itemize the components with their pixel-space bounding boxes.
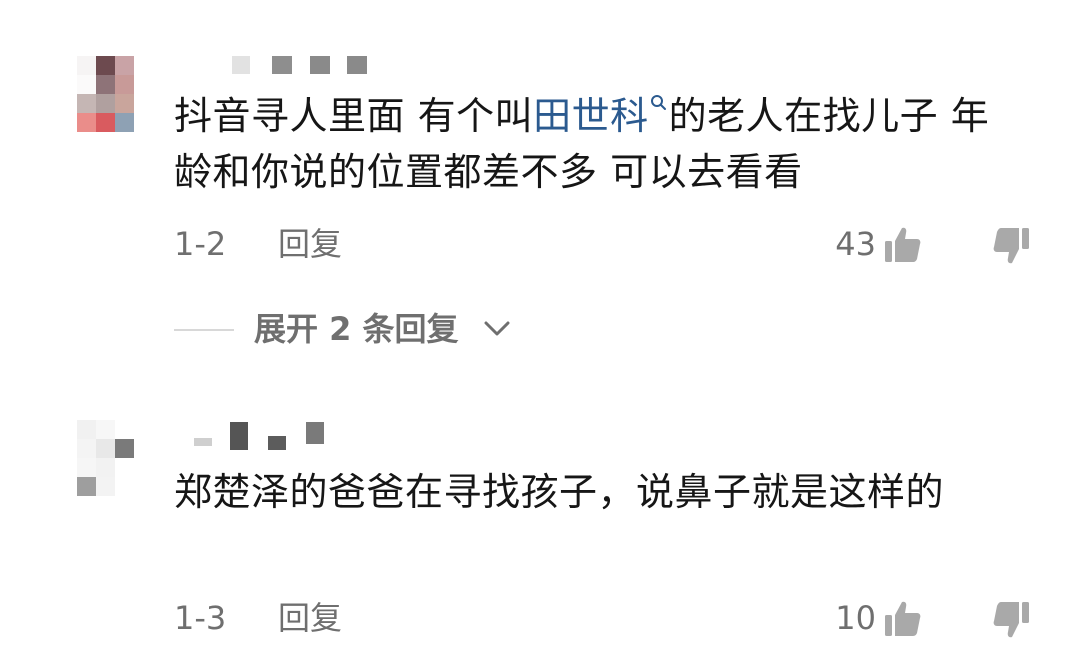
thumbs-down-icon[interactable] — [992, 600, 1032, 644]
comment-text: 抖音寻人里面 有个叫田世科 的老人在找儿子 年龄和你说的位置都差不多 可以去看看 — [174, 88, 1014, 200]
thumbs-up-icon[interactable] — [883, 600, 923, 642]
avatar[interactable] — [77, 420, 134, 496]
comment-meta: 1-2 回复 — [174, 222, 342, 266]
avatar[interactable] — [77, 56, 134, 132]
divider-line — [174, 329, 234, 331]
thumbs-down-icon[interactable] — [992, 226, 1032, 270]
comment-item: 郑楚泽的爸爸在寻找孩子，说鼻子就是这样的 1-3 回复 10 — [0, 400, 1080, 659]
expand-replies-label: 展开 2 条回复 — [254, 310, 459, 348]
search-icon[interactable] — [649, 88, 669, 118]
comment-date: 1-2 — [174, 225, 227, 263]
username-redacted[interactable] — [232, 56, 372, 78]
comment-meta: 1-3 回复 — [174, 596, 342, 640]
like-count: 43 — [835, 225, 876, 263]
comment-date: 1-3 — [174, 599, 227, 637]
comment-text-before: 抖音寻人里面 有个叫 — [174, 94, 534, 138]
reply-button[interactable]: 回复 — [278, 222, 342, 266]
thumbs-up-icon[interactable] — [883, 226, 923, 268]
search-link[interactable]: 田世科 — [533, 94, 649, 138]
chevron-down-icon — [484, 321, 510, 336]
like-count: 10 — [835, 599, 876, 637]
comment-item: 抖音寻人里面 有个叫田世科 的老人在找儿子 年龄和你说的位置都差不多 可以去看看 … — [0, 0, 1080, 300]
comment-text: 郑楚泽的爸爸在寻找孩子，说鼻子就是这样的 — [174, 470, 945, 514]
username-redacted[interactable] — [190, 422, 330, 452]
reply-button[interactable]: 回复 — [278, 596, 342, 640]
